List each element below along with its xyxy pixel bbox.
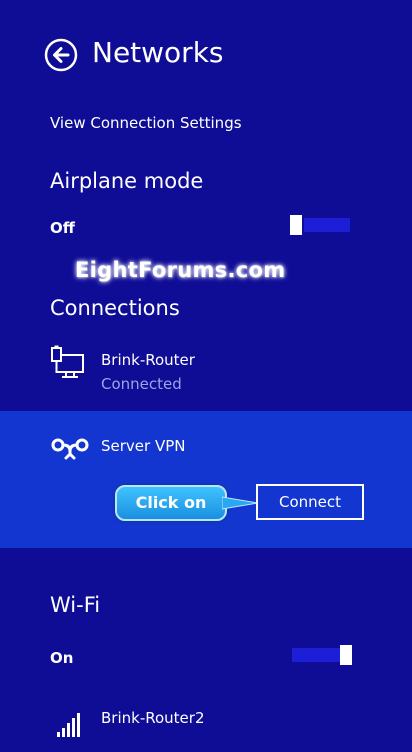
toggle-track bbox=[304, 218, 350, 232]
airplane-mode-toggle[interactable] bbox=[290, 215, 350, 235]
vpn-icon bbox=[50, 436, 92, 460]
vpn-connection-name: Server VPN bbox=[101, 437, 186, 455]
connection-name[interactable]: Brink-Router bbox=[101, 350, 195, 370]
page-title: Networks bbox=[92, 36, 224, 69]
toggle-track bbox=[292, 648, 340, 662]
connections-heading: Connections bbox=[50, 296, 180, 320]
wifi-heading: Wi-Fi bbox=[50, 593, 101, 617]
back-button[interactable] bbox=[44, 38, 78, 72]
toggle-thumb bbox=[340, 645, 352, 665]
wifi-signal-icon bbox=[56, 710, 84, 738]
wifi-network-name[interactable]: Brink-Router2 bbox=[101, 708, 204, 728]
wifi-toggle[interactable] bbox=[292, 645, 352, 665]
back-arrow-icon bbox=[44, 38, 78, 72]
wifi-state: On bbox=[50, 649, 74, 667]
callout-pointer-icon bbox=[221, 495, 259, 511]
click-on-callout: Click on bbox=[115, 485, 227, 521]
connect-button[interactable]: Connect bbox=[256, 484, 364, 520]
airplane-mode-heading: Airplane mode bbox=[50, 169, 204, 193]
view-connection-settings-link[interactable]: View Connection Settings bbox=[50, 113, 242, 133]
airplane-mode-state: Off bbox=[50, 219, 75, 237]
ethernet-icon bbox=[50, 345, 86, 381]
connection-status: Connected bbox=[101, 375, 182, 393]
toggle-thumb bbox=[290, 215, 302, 235]
watermark: EightForums.com bbox=[75, 258, 286, 282]
vpn-connection-row[interactable] bbox=[0, 411, 412, 548]
